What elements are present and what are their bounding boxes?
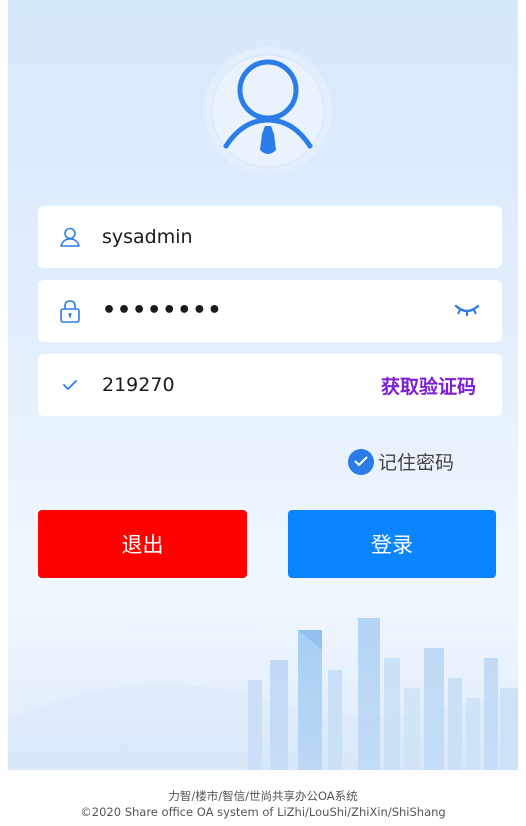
city-skyline-illustration (8, 600, 518, 770)
login-screen: sysadmin •••••••• 219270 获取验证码 记住密码 退出 登… (8, 0, 518, 770)
user-avatar-icon (203, 46, 333, 176)
footer-copyright: ©2020 Share office OA system of LiZhi/Lo… (80, 805, 446, 819)
user-icon (38, 226, 102, 248)
captcha-field[interactable]: 219270 获取验证码 (38, 354, 502, 416)
eye-closed-icon[interactable] (454, 302, 480, 322)
check-icon (38, 379, 102, 391)
lock-icon (38, 299, 102, 323)
username-input[interactable]: sysadmin (102, 226, 502, 248)
remember-password-toggle[interactable]: 记住密码 (348, 448, 454, 475)
remember-password-label: 记住密码 (378, 452, 455, 474)
login-button[interactable]: 登录 (288, 510, 496, 578)
username-field[interactable]: sysadmin (38, 206, 502, 268)
check-circle-icon[interactable] (348, 448, 374, 475)
get-code-button[interactable]: 获取验证码 (381, 372, 476, 399)
password-input[interactable]: •••••••• (102, 300, 502, 322)
exit-button[interactable]: 退出 (38, 510, 247, 578)
footer-system-name: 力智/楼市/智信/世尚共享办公OA系统 (168, 789, 358, 803)
footer: 力智/楼市/智信/世尚共享办公OA系统 ©2020 Share office O… (0, 788, 526, 820)
password-field[interactable]: •••••••• (38, 280, 502, 342)
